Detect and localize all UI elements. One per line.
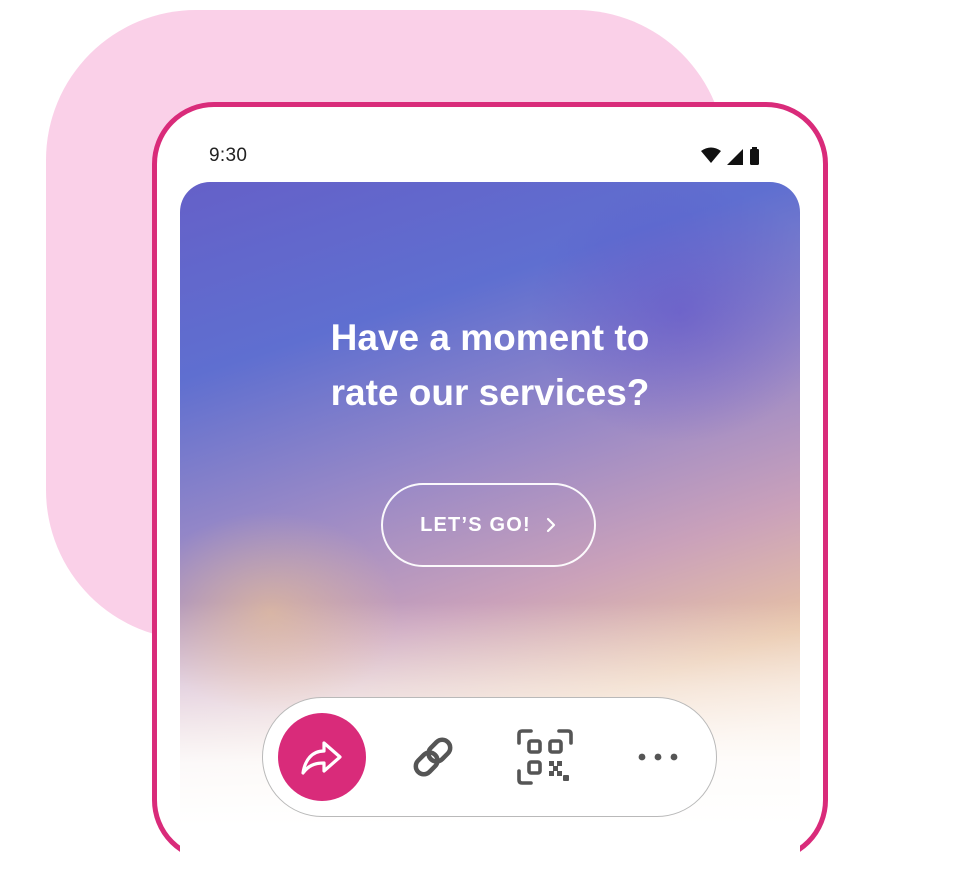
survey-headline: Have a moment to rate our services? [180, 310, 800, 420]
link-icon [413, 737, 453, 777]
signal-icon [727, 149, 743, 165]
share-forward-icon [301, 741, 342, 775]
survey-headline-line1: Have a moment to [330, 317, 650, 358]
more-options-button[interactable] [630, 729, 686, 785]
more-horizontal-icon [638, 753, 678, 761]
copy-link-button[interactable] [405, 729, 461, 785]
survey-headline-line2: rate our services? [330, 372, 650, 413]
qr-code-icon [517, 729, 573, 785]
chevron-right-icon [546, 517, 556, 533]
lets-go-label: LET’S GO! [420, 513, 531, 536]
wifi-icon [701, 147, 721, 163]
status-icons [701, 147, 759, 165]
status-time: 9:30 [209, 145, 248, 166]
share-toolbar [262, 697, 717, 817]
share-button[interactable] [278, 713, 366, 801]
lets-go-button[interactable]: LET’S GO! [381, 483, 596, 567]
battery-icon [750, 147, 759, 165]
qr-code-button[interactable] [515, 727, 575, 787]
